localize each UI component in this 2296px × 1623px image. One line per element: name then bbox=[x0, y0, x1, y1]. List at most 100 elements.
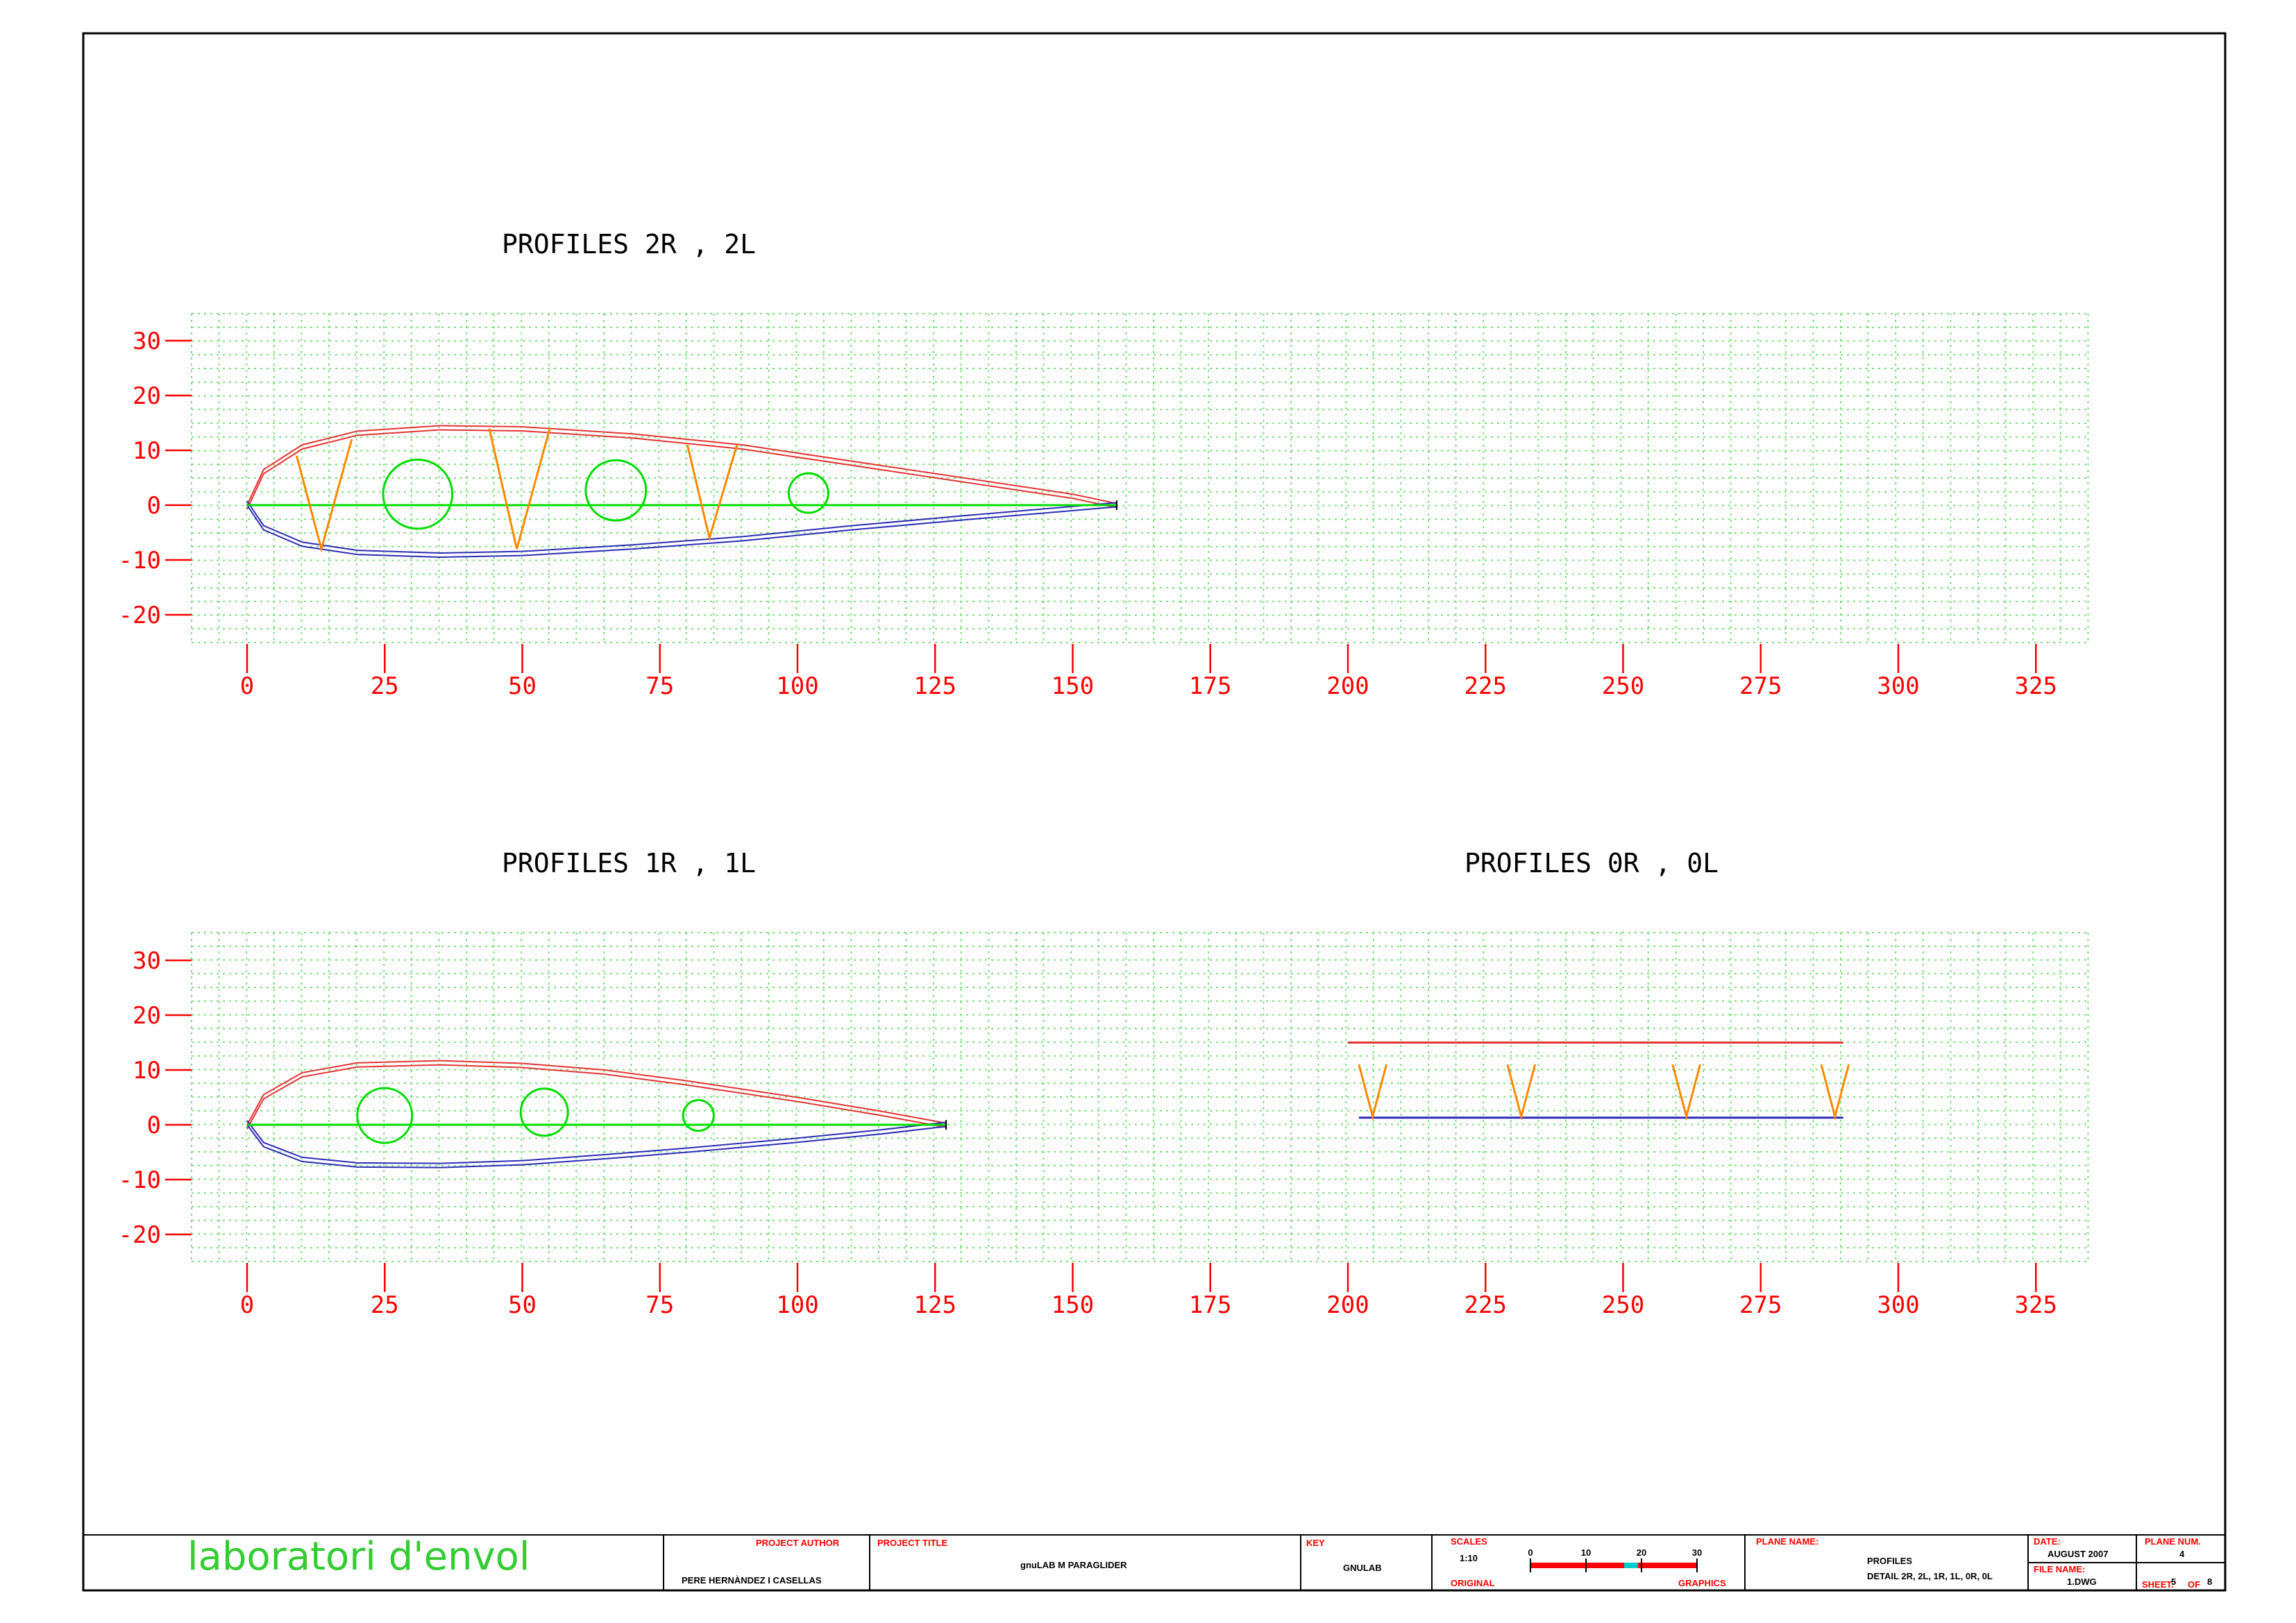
plane-num: 4 bbox=[2179, 1549, 2185, 1559]
scale-bar-body bbox=[1530, 1563, 1697, 1568]
y-tick-label: 10 bbox=[133, 1057, 161, 1085]
y-tick-label: 20 bbox=[133, 382, 161, 410]
panel-grid bbox=[191, 932, 2091, 1263]
x-tick-label: 200 bbox=[1326, 1291, 1369, 1319]
key-value: GNULAB bbox=[1343, 1563, 1382, 1573]
x-tick-label: 100 bbox=[776, 1291, 818, 1319]
y-axis: 30 20 10 0 -10 -20 bbox=[119, 947, 192, 1249]
scale-bar-segment bbox=[1624, 1563, 1638, 1568]
x-tick-label: 300 bbox=[1877, 1291, 1919, 1319]
lower-surface-outer bbox=[246, 504, 1117, 559]
x-tick-label: 75 bbox=[645, 672, 674, 700]
sheet-of: OF bbox=[2188, 1579, 2200, 1590]
x-tick-label: 250 bbox=[1602, 672, 1644, 700]
x-tick-label: 100 bbox=[776, 672, 818, 700]
scale-tick-label: 30 bbox=[1692, 1547, 1702, 1558]
profile-panel-1r-1l: PROFILES 1R , 1L 3020100-10-20 0 25 50 75 10… bbox=[119, 848, 2091, 1319]
diagonal-rib bbox=[488, 428, 551, 550]
file-name-label: FILE NAME: bbox=[2034, 1564, 2085, 1574]
x-tick-label: 275 bbox=[1739, 1291, 1782, 1319]
x-tick-label: 0 bbox=[240, 1291, 254, 1319]
drawing-sheet: PROFILES 2R , 2L 3020100-10-20 0 25 50 75 10… bbox=[82, 32, 2227, 1592]
lightening-hole bbox=[584, 459, 648, 522]
x-axis: 0 25 50 75 100 125 150 175 200 225 250 275 300 325 bbox=[240, 1263, 2057, 1319]
x-axis: 0 25 50 75 100 125 150 175 200 225 250 275 300 325 bbox=[240, 644, 2057, 700]
lower-surface-inner bbox=[246, 1120, 947, 1164]
diagonal-rib bbox=[1820, 1064, 1850, 1121]
x-tick-label: 125 bbox=[914, 1291, 956, 1319]
x-tick-label: 25 bbox=[371, 1291, 399, 1319]
y-tick-label: -10 bbox=[119, 547, 161, 575]
date-value: AUGUST 2007 bbox=[2048, 1549, 2108, 1559]
plane-name: PROFILES bbox=[1867, 1556, 1912, 1566]
x-tick-label: 25 bbox=[371, 672, 399, 700]
lower-surface-outer bbox=[246, 1124, 947, 1169]
plane-name-label: PLANE NAME: bbox=[1756, 1536, 1818, 1547]
x-tick-label: 75 bbox=[645, 1291, 674, 1319]
x-tick-label: 150 bbox=[1052, 672, 1094, 700]
drawing-frame bbox=[82, 32, 2227, 1592]
x-tick-label: 50 bbox=[508, 672, 537, 700]
panel-title: PROFILES 1R , 1L bbox=[502, 848, 756, 878]
y-tick-label: 30 bbox=[133, 328, 161, 355]
project-title-label: PROJECT TITLE bbox=[877, 1538, 947, 1548]
diagonal-rib bbox=[1358, 1064, 1387, 1121]
upper-surface-inner bbox=[246, 429, 1117, 510]
panel-title: PROFILES 2R , 2L bbox=[502, 229, 756, 260]
x-tick-label: 325 bbox=[2015, 1291, 2057, 1319]
plane-num-label: PLANE NUM. bbox=[2145, 1536, 2201, 1547]
x-tick-label: 175 bbox=[1189, 672, 1231, 700]
profile-panel-2r-2l: PROFILES 2R , 2L 3020100-10-20 0 25 50 75 10… bbox=[119, 229, 2091, 700]
sheet-number: 5 bbox=[2171, 1577, 2176, 1587]
scale-tick-label: 10 bbox=[1581, 1547, 1591, 1558]
key-label: KEY bbox=[1306, 1538, 1325, 1548]
scale-value: 1:10 bbox=[1460, 1553, 1478, 1563]
lightening-hole bbox=[356, 1087, 414, 1144]
panel-title-0r-0l: PROFILES 0R , 0L bbox=[1464, 848, 1719, 878]
graphic-scale-bar: 0 10 20 30 bbox=[1528, 1547, 1702, 1572]
x-tick-label: 175 bbox=[1189, 1291, 1231, 1319]
scale-tick-label: 0 bbox=[1528, 1547, 1533, 1558]
brand-logo-text: laboratori d'envol bbox=[187, 1534, 530, 1579]
x-tick-label: 275 bbox=[1739, 672, 1782, 700]
sheet-total: 8 bbox=[2207, 1577, 2212, 1587]
y-tick-label: 0 bbox=[147, 1112, 161, 1139]
y-axis: 30 20 10 0 -10 -20 bbox=[119, 328, 192, 629]
panel-grid bbox=[191, 313, 2091, 644]
x-tick-label: 125 bbox=[914, 672, 956, 700]
x-tick-label: 325 bbox=[2015, 672, 2057, 700]
x-tick-label: 150 bbox=[1052, 1291, 1094, 1319]
x-tick-label: 250 bbox=[1602, 1291, 1644, 1319]
profile-0r-0l bbox=[1348, 1042, 1850, 1121]
lightening-hole bbox=[519, 1087, 569, 1137]
date-label: DATE: bbox=[2034, 1536, 2061, 1547]
x-tick-label: 225 bbox=[1464, 1291, 1507, 1319]
sheet-label: SHEET: bbox=[2142, 1579, 2174, 1590]
original-label: ORIGINAL bbox=[1451, 1578, 1495, 1588]
graphics-label: GRAPHICS bbox=[1678, 1578, 1726, 1588]
project-title: gnuLAB M PARAGLIDER bbox=[1020, 1560, 1127, 1570]
x-tick-label: 0 bbox=[240, 672, 254, 700]
project-author: PERE HERNÀNDEZ I CASELLAS bbox=[682, 1575, 822, 1586]
y-tick-label: 0 bbox=[147, 492, 161, 520]
x-tick-label: 200 bbox=[1326, 672, 1369, 700]
x-tick-label: 300 bbox=[1877, 672, 1919, 700]
lightening-hole bbox=[382, 458, 454, 530]
y-tick-label: -20 bbox=[119, 1221, 161, 1249]
lightening-hole bbox=[682, 1098, 715, 1132]
y-tick-label: -10 bbox=[119, 1166, 161, 1194]
y-tick-label: 20 bbox=[133, 1002, 161, 1030]
title-block: laboratori d'envol PROJECT AUTHOR PERE H… bbox=[83, 1534, 2225, 1590]
lightening-hole bbox=[787, 472, 829, 514]
plane-detail: DETAIL 2R, 2L, 1R, 1L, 0R, 0L bbox=[1867, 1571, 1993, 1581]
file-name: 1.DWG bbox=[2067, 1577, 2097, 1587]
diagonal-rib bbox=[1671, 1064, 1701, 1121]
y-tick-label: 30 bbox=[133, 947, 161, 975]
project-author-label: PROJECT AUTHOR bbox=[756, 1538, 840, 1548]
x-tick-label: 225 bbox=[1464, 672, 1507, 700]
y-tick-label: -20 bbox=[119, 602, 161, 629]
x-tick-label: 50 bbox=[508, 1291, 537, 1319]
y-tick-label: 10 bbox=[133, 437, 161, 465]
scale-tick-label: 20 bbox=[1637, 1547, 1646, 1558]
diagonal-rib bbox=[1506, 1064, 1537, 1121]
